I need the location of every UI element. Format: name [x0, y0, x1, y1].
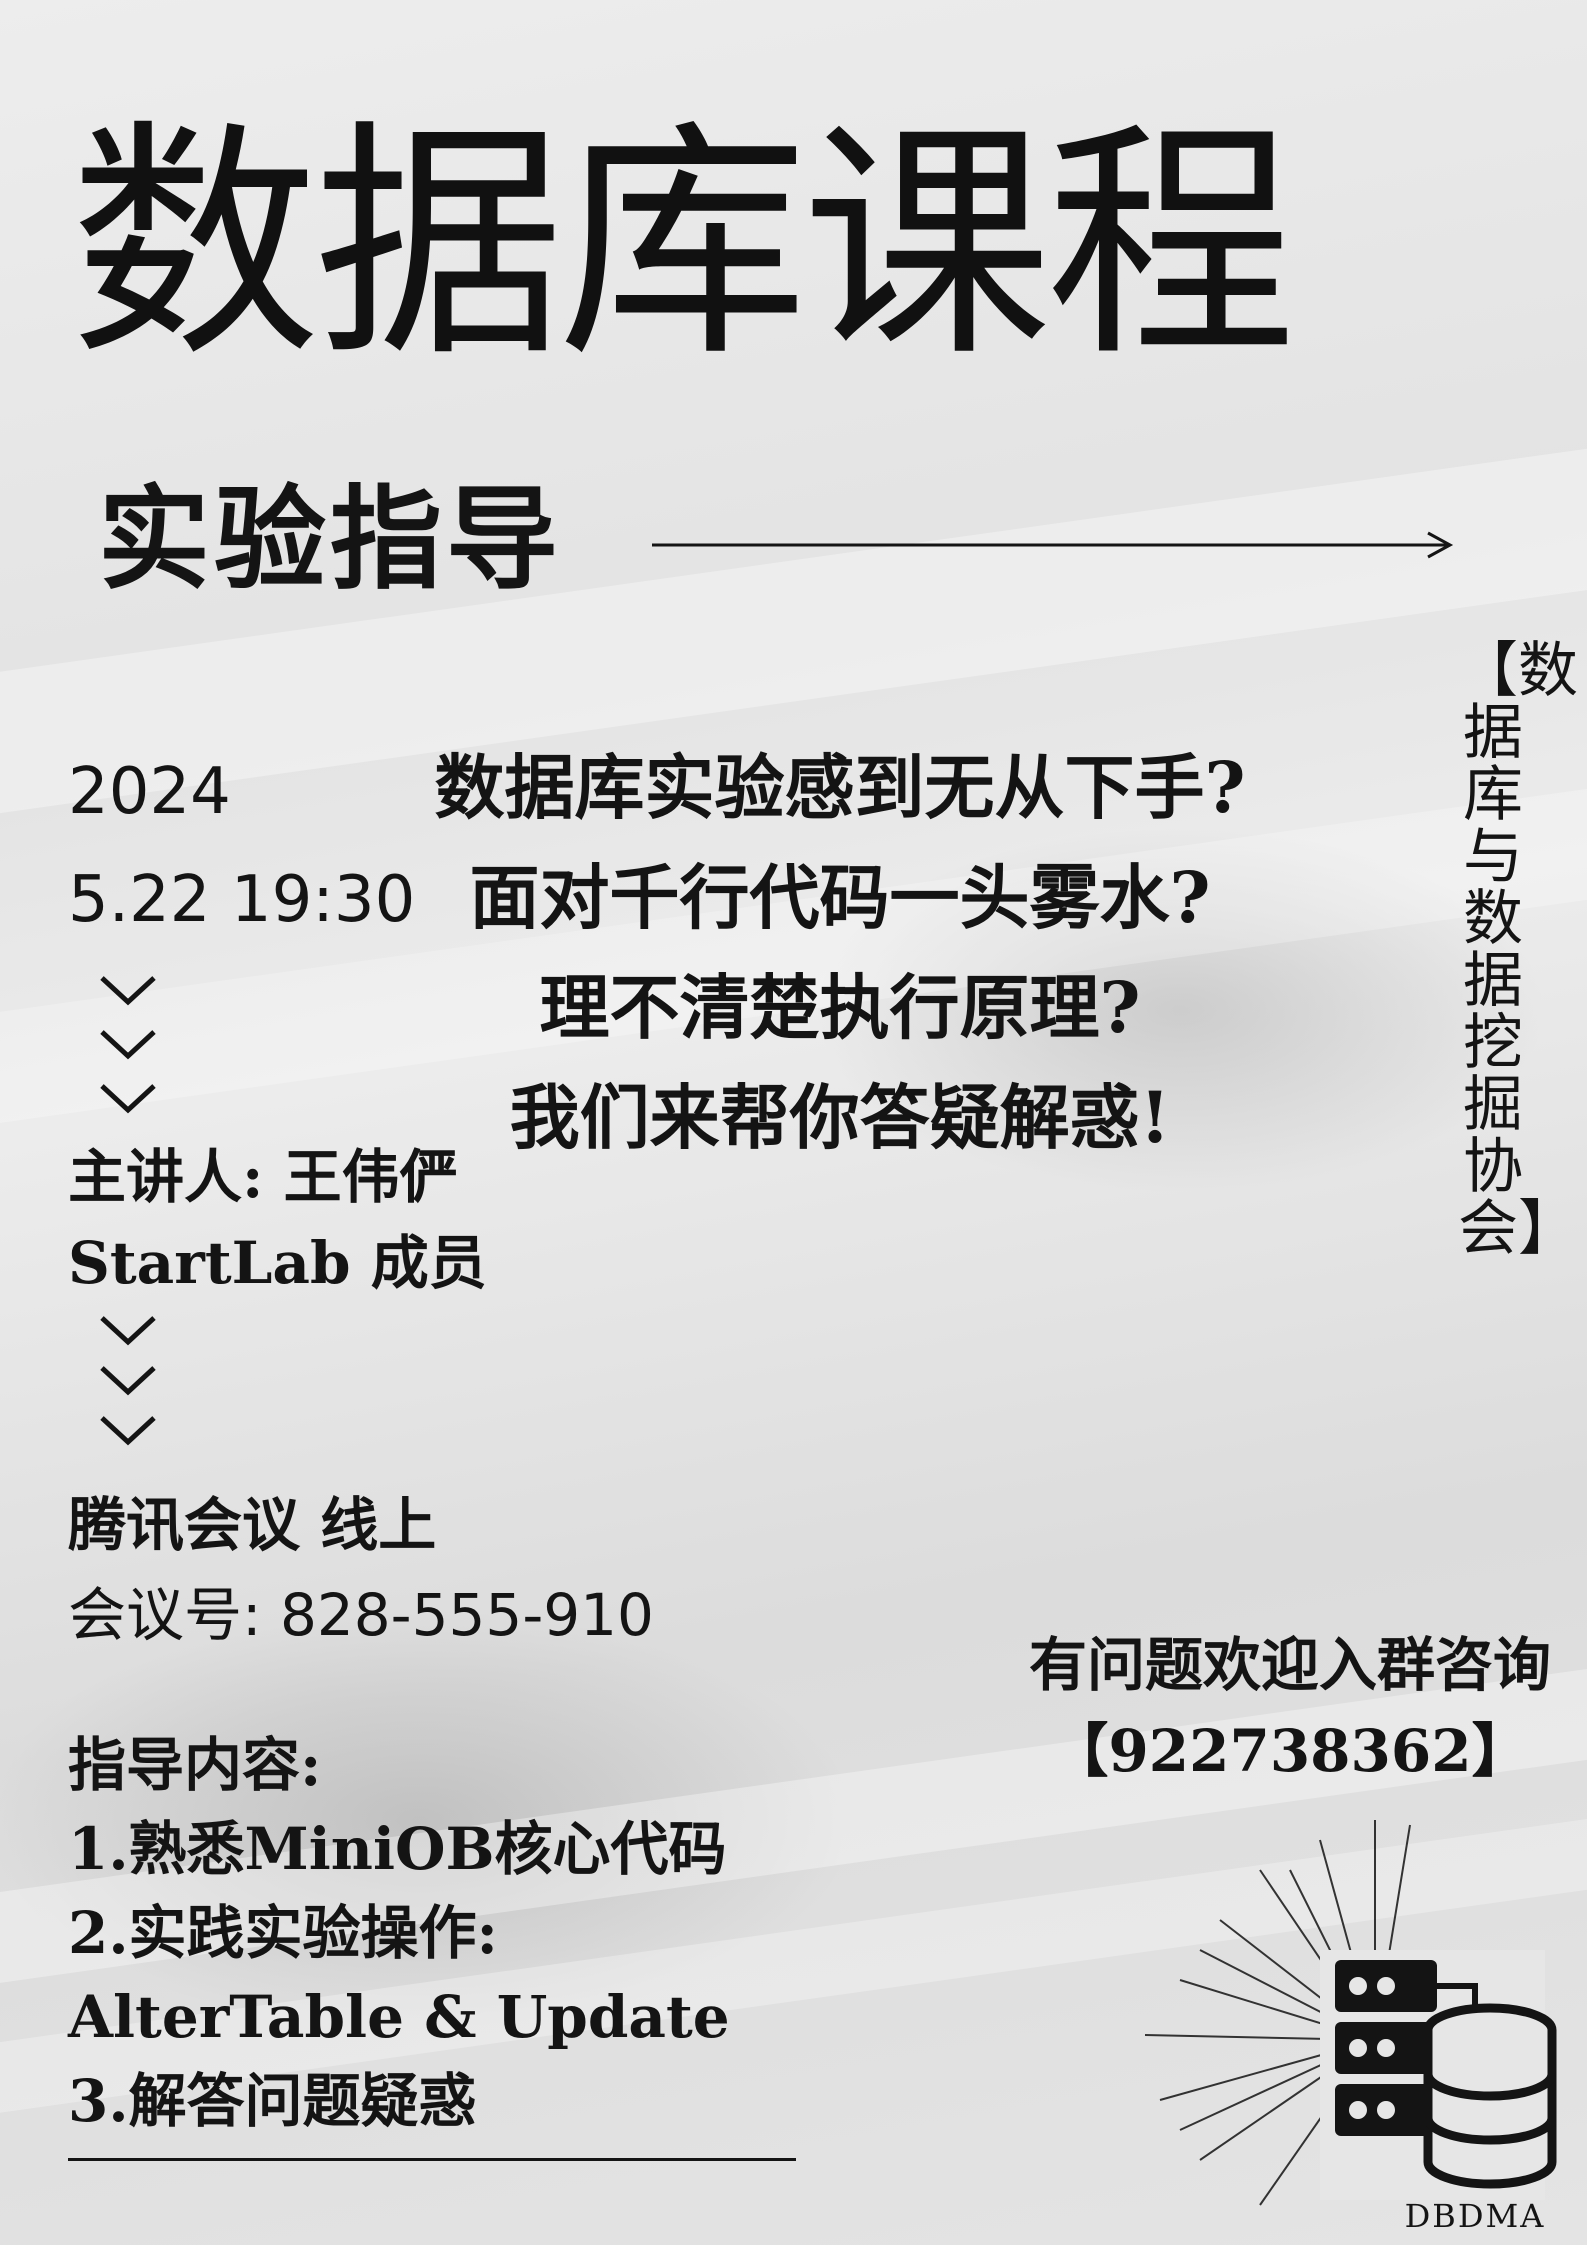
contact-text: 有问题欢迎入群咨询 — [1028, 1631, 1551, 1699]
content-item: AlterTable & Update — [68, 1983, 730, 2051]
poster-title: 数据库课程 — [70, 99, 1296, 390]
question-line: 面对千行代码一头雾水? — [469, 856, 1211, 939]
contact-group-number: 【922738362】 — [1050, 1717, 1530, 1785]
meeting-platform: 腾讯会议 线上 — [68, 1491, 437, 1559]
poster-subtitle: 实验指导 — [98, 475, 562, 605]
event-datetime: 5.22 19:30 — [68, 863, 416, 937]
divider — [68, 2158, 796, 2161]
meeting-number: 会议号: 828-555-910 — [68, 1581, 654, 1649]
arrow-right-icon — [652, 531, 1454, 559]
event-year: 2024 — [68, 755, 231, 829]
poster: 数据库课程 实验指导 【数据库与数据挖掘协会】 2024 5.22 19:30 … — [0, 0, 1587, 2245]
database-server-icon — [1144, 1820, 1557, 2206]
chevron-down-icon — [100, 976, 156, 1114]
content-item: 1.熟悉MiniOB核心代码 — [68, 1815, 727, 1883]
question-line: 我们来帮你答疑解惑! — [509, 1076, 1171, 1159]
chevron-down-icon — [100, 1316, 156, 1446]
question-line: 数据库实验感到无从下手? — [434, 746, 1246, 829]
content-item: 2.实践实验操作: — [68, 1899, 498, 1967]
logo-text: DBDMA — [1404, 2197, 1546, 2235]
speaker-name: 主讲人: 王伟俨 — [68, 1143, 458, 1211]
question-line: 理不清楚执行原理? — [539, 966, 1141, 1049]
content-item: 3.解答问题疑惑 — [68, 2067, 477, 2135]
content-heading: 指导内容: — [68, 1731, 322, 1799]
speaker-affiliation: StartLab 成员 — [68, 1229, 487, 1297]
side-banner: 【数据库与数据挖掘协会】 — [1458, 636, 1578, 1264]
